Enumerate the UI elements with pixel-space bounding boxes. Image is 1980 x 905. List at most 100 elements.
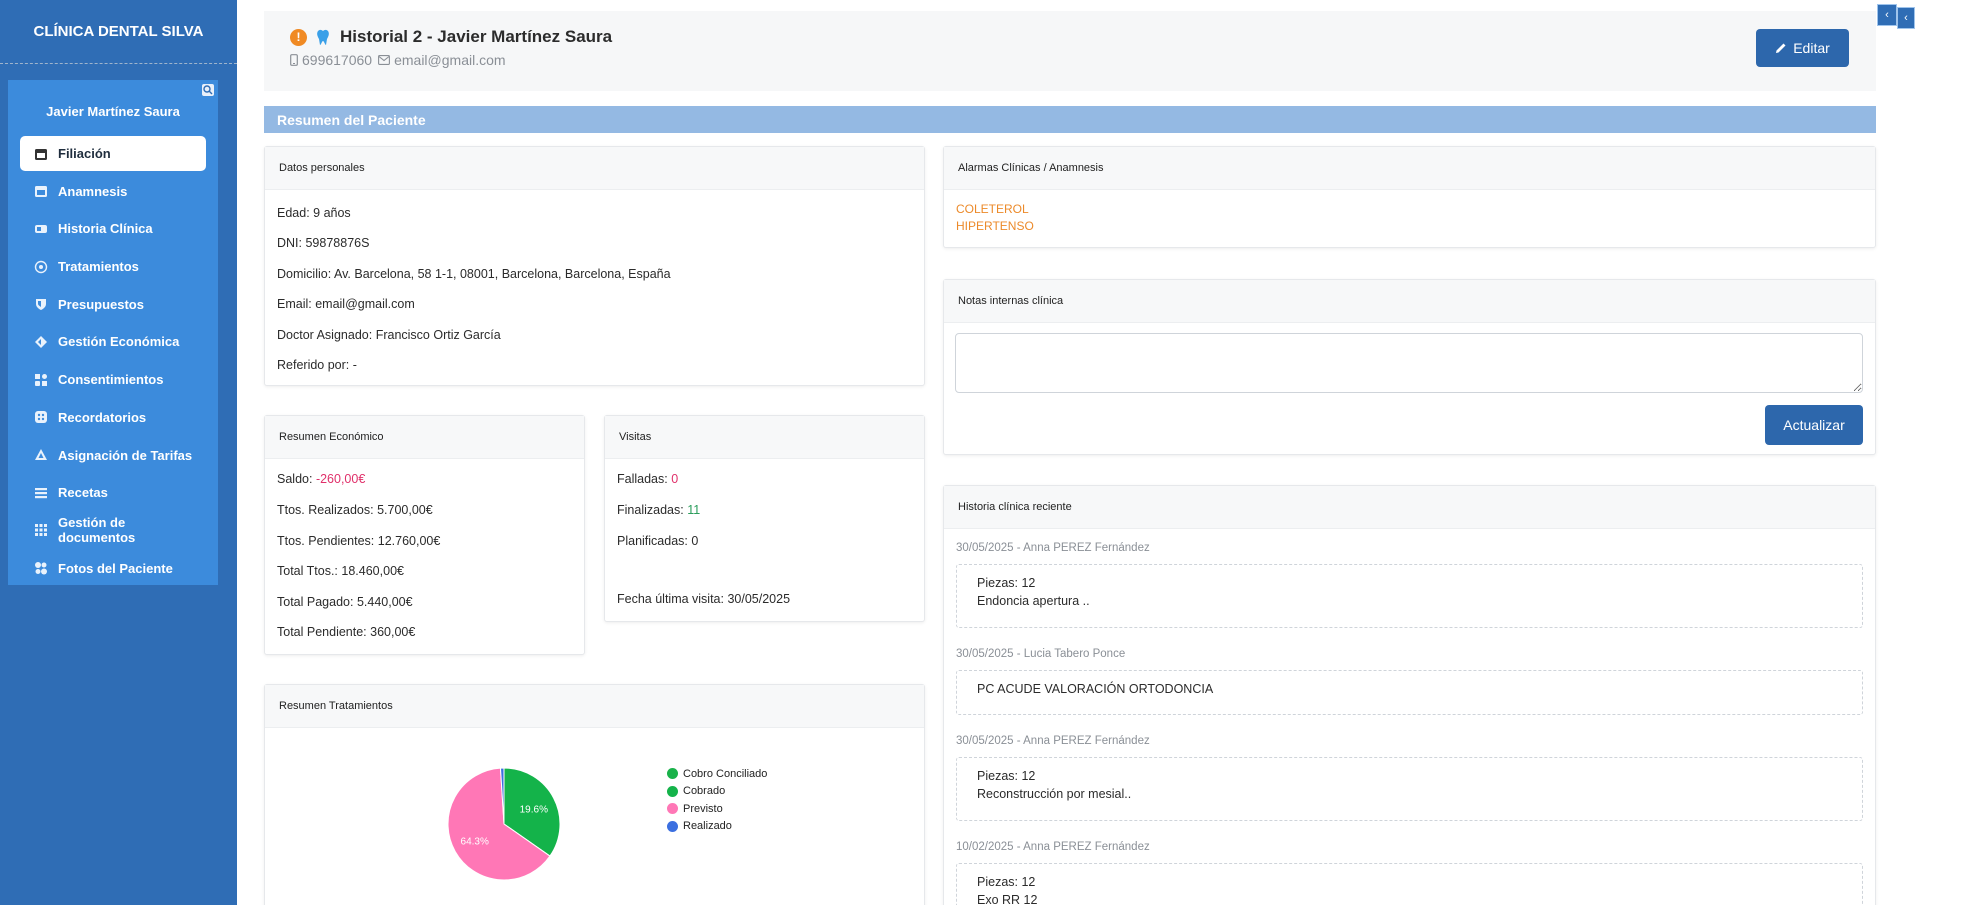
address-row: Domicilio: Av. Barcelona, 58 1-1, 08001,… (277, 267, 671, 281)
history-entry-line: Piezas: 12 (977, 576, 1036, 590)
done-treatments-row: Ttos. Realizados: 5.700,00€ (277, 503, 433, 517)
legend-item[interactable]: Realizado (667, 818, 767, 836)
tooth-icon (317, 29, 329, 45)
sidebar-item-label: Gestión Económica (58, 334, 180, 350)
alert-icon[interactable]: ! (290, 28, 307, 46)
completed-visits-row: Finalizadas: 11 (617, 503, 701, 517)
legend-label: Realizado (683, 820, 732, 833)
calendar-icon (34, 147, 48, 161)
sidebar-item-label: Recordatorios (58, 409, 147, 425)
history-entry-line: PC ACUDE VALORACIÓN ORTODONCIA (977, 682, 1214, 696)
history-entry[interactable]: Piezas: 12 Reconstrucción por mesial.. (956, 757, 1863, 821)
sidebar-item[interactable]: Fotos del Paciente (20, 551, 206, 586)
collapse-left-icon[interactable]: ‹ (1877, 4, 1897, 26)
legend-item[interactable]: Previsto (667, 800, 767, 818)
referral-row: Referido por: - (277, 358, 357, 372)
sidebar-item-label: Asignación de Tarifas (58, 447, 193, 463)
legend-item[interactable]: Cobro Conciliado (667, 765, 767, 783)
pencil-icon (1776, 43, 1786, 53)
last-visit-row: Fecha última visita: 30/05/2025 (617, 592, 791, 606)
alarms-card: Alarmas Clínicas / Anamnesis COLETEROL H… (943, 146, 1876, 248)
sidebar-patient-name: Javier Martínez Saura (46, 104, 180, 119)
legend-swatch (667, 785, 678, 797)
sidebar-item-label: Recetas (58, 485, 108, 501)
planned-visits-row: Planificadas: 0 (617, 534, 699, 548)
alarm-item: HIPERTENSO (956, 219, 1034, 233)
alarm-item: COLETEROL (956, 202, 1029, 216)
history-entry-date: 30/05/2025 - Anna PEREZ Fernández (956, 542, 1150, 554)
email-row: Email: email@gmail.com (277, 297, 415, 311)
sidebar-item[interactable]: Filiación (20, 136, 206, 171)
sidebar-item[interactable]: Consentimientos (20, 362, 206, 397)
history-entry-line: Piezas: 12 (977, 769, 1036, 783)
sidebar-item-label: Filiación (58, 146, 111, 161)
dni-row: DNI: 59878876S (277, 236, 370, 250)
pie-slice-label: 19.6% (520, 804, 548, 815)
personal-data-card: Datos personales Edad: 9 años DNI: 59878… (264, 146, 925, 386)
sidebar-item[interactable]: Tratamientos (20, 249, 206, 284)
id-card-icon (34, 222, 48, 236)
sidebar-item[interactable]: Asignación de Tarifas (20, 438, 206, 473)
total-paid-row: Total Pagado: 5.440,00€ (277, 595, 413, 609)
legend-swatch (667, 768, 678, 780)
shield-icon (34, 297, 48, 311)
sidebar-item[interactable]: Historia Clínica (20, 211, 206, 246)
sidebar-item[interactable]: Recetas (20, 475, 206, 510)
legend-item[interactable]: Cobrado (667, 783, 767, 801)
legend-label: Previsto (683, 802, 723, 815)
recent-history-card: Historia clínica reciente 30/05/2025 - A… (943, 485, 1876, 905)
legend-label: Cobro Conciliado (683, 767, 768, 780)
collapse-right-icon[interactable]: ‹ (1897, 7, 1915, 29)
edit-button[interactable]: Editar (1756, 29, 1849, 67)
sidebar-item[interactable]: Presupuestos (20, 287, 206, 322)
sidebar: CLÍNICA DENTAL SILVA Javier Martínez Sau… (0, 0, 237, 905)
sidebar-nav: Filiación Anamnesis Historia Clínica Tratam… (20, 136, 206, 588)
history-entry[interactable]: Piezas: 12 Exo RR 12 (956, 863, 1863, 905)
triangle-icon (34, 448, 48, 462)
target-icon (34, 260, 48, 274)
history-entry-line: Endoncia apertura .. (977, 594, 1090, 608)
total-treatments-row: Total Ttos.: 18.460,00€ (277, 564, 404, 578)
history-entry-date: 10/02/2025 - Anna PEREZ Fernández (956, 841, 1150, 853)
update-button[interactable]: Actualizar (1765, 405, 1863, 445)
history-entry[interactable]: PC ACUDE VALORACIÓN ORTODONCIA (956, 670, 1863, 715)
sidebar-item[interactable]: Gestión de documentos (20, 513, 206, 548)
card-title: Visitas (605, 416, 924, 459)
edit-button-label: Editar (1793, 40, 1830, 56)
corner-controls: ‹ ‹ (1877, 4, 1915, 29)
calendar-icon (34, 184, 48, 198)
age-row: Edad: 9 años (277, 206, 351, 220)
brand-title: CLÍNICA DENTAL SILVA (0, 0, 237, 64)
history-entry-line: Exo RR 12 (977, 893, 1038, 905)
circles-icon (34, 561, 48, 575)
sidebar-item[interactable]: Recordatorios (20, 400, 206, 435)
card-title: Datos personales (265, 147, 924, 190)
balance-row: Saldo: -260,00€ (277, 472, 366, 486)
treatments-pie-chart: 19.6% 64.3% (447, 767, 561, 881)
pie-slice-label: 64.3% (461, 836, 489, 847)
economic-summary-card: Resumen Económico Saldo: -260,00€ Ttos. … (264, 415, 585, 655)
history-entry-date: 30/05/2025 - Lucia Tabero Ponce (956, 648, 1126, 660)
notes-textarea[interactable] (955, 333, 1863, 393)
diamond-icon (34, 335, 48, 349)
card-title: Historia clínica reciente (944, 486, 1875, 529)
legend-swatch (667, 820, 678, 832)
patient-header: ! Historial 2 - Javier Martínez Saura 69… (264, 11, 1876, 91)
sidebar-item[interactable]: Gestión Económica (20, 324, 206, 359)
search-icon[interactable] (202, 84, 214, 96)
sidebar-item-label: Anamnesis (58, 183, 128, 199)
sidebar-panel: Javier Martínez Saura Filiación Anamnesis… (8, 80, 218, 585)
list-icon (34, 486, 48, 500)
sidebar-item-label: Tratamientos (58, 259, 139, 275)
patient-phone: 699617060 (302, 52, 373, 68)
visits-card: Visitas Falladas: 0 Finalizadas: 11 Plan… (604, 415, 925, 622)
card-title: Alarmas Clínicas / Anamnesis (944, 147, 1875, 190)
sidebar-item[interactable]: Anamnesis (20, 174, 206, 209)
history-entry[interactable]: Piezas: 12 Endoncia apertura .. (956, 564, 1863, 628)
card-title: Resumen Tratamientos (265, 685, 924, 728)
sidebar-item-label: Historia Clínica (58, 221, 153, 237)
missed-visits-row: Falladas: 0 (617, 472, 679, 486)
card-title: Notas internas clínica (944, 280, 1875, 323)
email-icon (378, 55, 391, 65)
patient-email: email@gmail.com (394, 52, 506, 68)
